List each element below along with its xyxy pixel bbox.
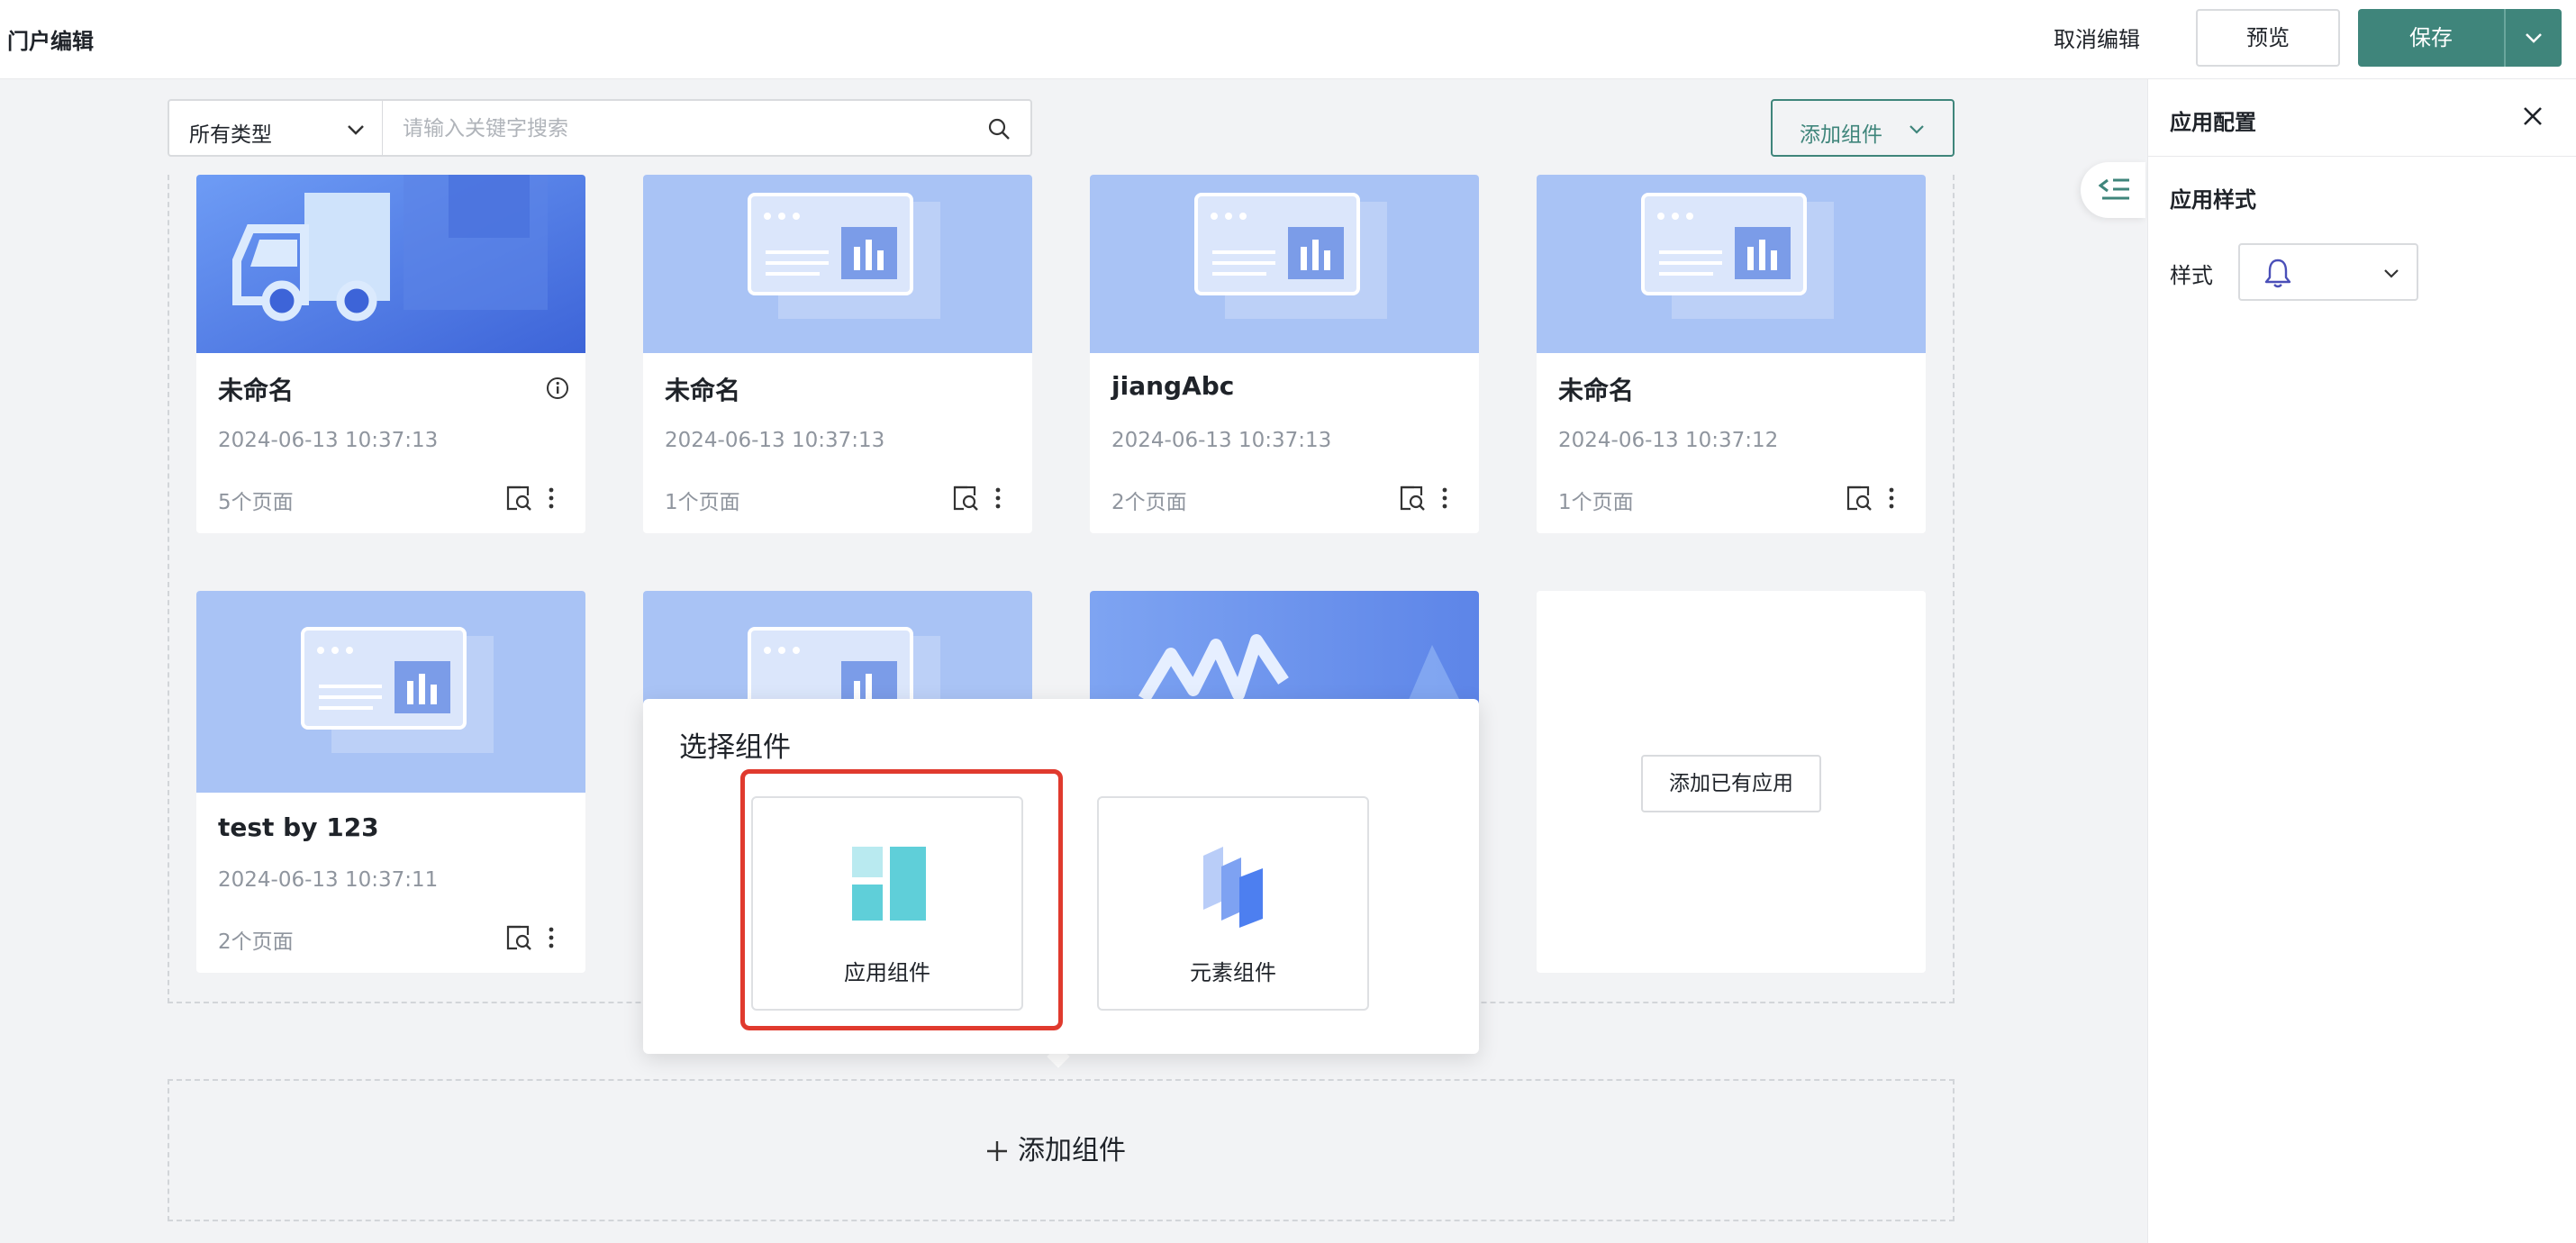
- card-name: 未命名: [1558, 376, 1635, 405]
- indent-icon: [2099, 178, 2129, 200]
- dashboard-thumbnail: [1090, 175, 1479, 353]
- panel-header: 应用配置: [2148, 79, 2576, 157]
- chevron-down-icon: [2526, 33, 2542, 43]
- chevron-down-icon: [348, 125, 364, 135]
- panel-title: 应用配置: [2170, 110, 2256, 135]
- chevron-down-icon: [2384, 269, 2399, 278]
- more-icon[interactable]: [548, 926, 555, 949]
- more-icon[interactable]: [1441, 486, 1448, 510]
- card-name: 未命名: [218, 376, 295, 405]
- app-card[interactable]: jiangAbc 2024-06-13 10:37:13 2个页面: [1090, 175, 1479, 533]
- page-title: 门户编辑: [7, 29, 94, 54]
- preview-icon[interactable]: [951, 485, 980, 512]
- panel-section-title: 应用样式: [2170, 187, 2256, 213]
- preview-button[interactable]: 预览: [2196, 9, 2340, 67]
- element-component-label: 元素组件: [1190, 960, 1276, 985]
- app-card[interactable]: 未命名 2024-06-13 10:37:12 1个页面: [1537, 175, 1926, 533]
- more-icon[interactable]: [1888, 486, 1895, 510]
- app-card[interactable]: 未命名 2024-06-13 10:37:13 1个页面: [643, 175, 1032, 533]
- element-component-icon: [1203, 847, 1263, 928]
- search-input[interactable]: [403, 113, 961, 144]
- card-time: 2024-06-13 10:37:11: [218, 868, 439, 892]
- top-bar: 门户编辑 取消编辑 预览 保存: [0, 0, 2576, 79]
- preview-icon[interactable]: [1398, 485, 1427, 512]
- card-time: 2024-06-13 10:37:13: [218, 429, 439, 452]
- app-card[interactable]: 未命名 2024-06-13 10:37:13 5个页面: [196, 175, 585, 533]
- info-icon[interactable]: [546, 377, 569, 400]
- add-component-area-label: 添加组件: [1018, 1135, 1126, 1166]
- type-select-value: 所有类型: [189, 123, 272, 147]
- bell-icon: [2264, 259, 2291, 288]
- search-icon[interactable]: [987, 117, 1011, 141]
- type-select[interactable]: 所有类型: [168, 99, 384, 157]
- more-icon[interactable]: [994, 486, 1002, 510]
- card-page-count: 2个页面: [218, 930, 294, 954]
- save-button-group: 保存: [2358, 9, 2562, 67]
- app-config-panel: 应用配置 应用样式 样式: [2147, 79, 2576, 1243]
- preview-icon[interactable]: [504, 924, 533, 951]
- card-name: jiangAbc: [1111, 371, 1235, 401]
- add-component-area-label-wrap: 添加组件: [985, 1128, 1126, 1167]
- element-component-option[interactable]: 元素组件: [1097, 796, 1369, 1011]
- add-existing-app-button[interactable]: 添加已有应用: [1641, 755, 1821, 812]
- cancel-edit-button[interactable]: 取消编辑: [2054, 20, 2140, 59]
- plus-icon: [987, 1141, 1007, 1161]
- close-icon[interactable]: [2521, 104, 2544, 128]
- card-page-count: 5个页面: [218, 491, 294, 514]
- chevron-down-icon: [1909, 125, 1924, 134]
- card-name: 未命名: [665, 376, 741, 405]
- add-component-label: 添加组件: [1800, 123, 1882, 147]
- search-box: [382, 99, 1032, 157]
- card-page-count: 1个页面: [1558, 491, 1634, 514]
- popover-title: 选择组件: [679, 731, 791, 764]
- add-component-area[interactable]: 添加组件: [168, 1079, 1955, 1221]
- dashboard-thumbnail: [643, 175, 1032, 353]
- card-time: 2024-06-13 10:37:12: [1558, 429, 1779, 452]
- card-time: 2024-06-13 10:37:13: [665, 429, 885, 452]
- preview-icon[interactable]: [504, 485, 533, 512]
- card-name: test by 123: [218, 812, 379, 842]
- card-page-count: 1个页面: [665, 491, 740, 514]
- dashboard-thumbnail: [196, 591, 585, 793]
- truck-thumbnail: [196, 175, 585, 353]
- highlight-box: [740, 769, 1063, 1030]
- app-card[interactable]: test by 123 2024-06-13 10:37:11 2个页面: [196, 591, 585, 973]
- card-page-count: 2个页面: [1111, 491, 1187, 514]
- card-time: 2024-06-13 10:37:13: [1111, 429, 1332, 452]
- preview-icon[interactable]: [1845, 485, 1873, 512]
- more-icon[interactable]: [548, 486, 555, 510]
- style-label: 样式: [2170, 263, 2213, 288]
- save-dropdown-button[interactable]: [2506, 9, 2562, 67]
- add-component-button[interactable]: 添加组件: [1771, 99, 1955, 157]
- collapse-panel-button[interactable]: [2081, 162, 2145, 218]
- save-button[interactable]: 保存: [2358, 9, 2504, 67]
- dashboard-thumbnail: [1537, 175, 1926, 353]
- style-select[interactable]: [2238, 243, 2418, 301]
